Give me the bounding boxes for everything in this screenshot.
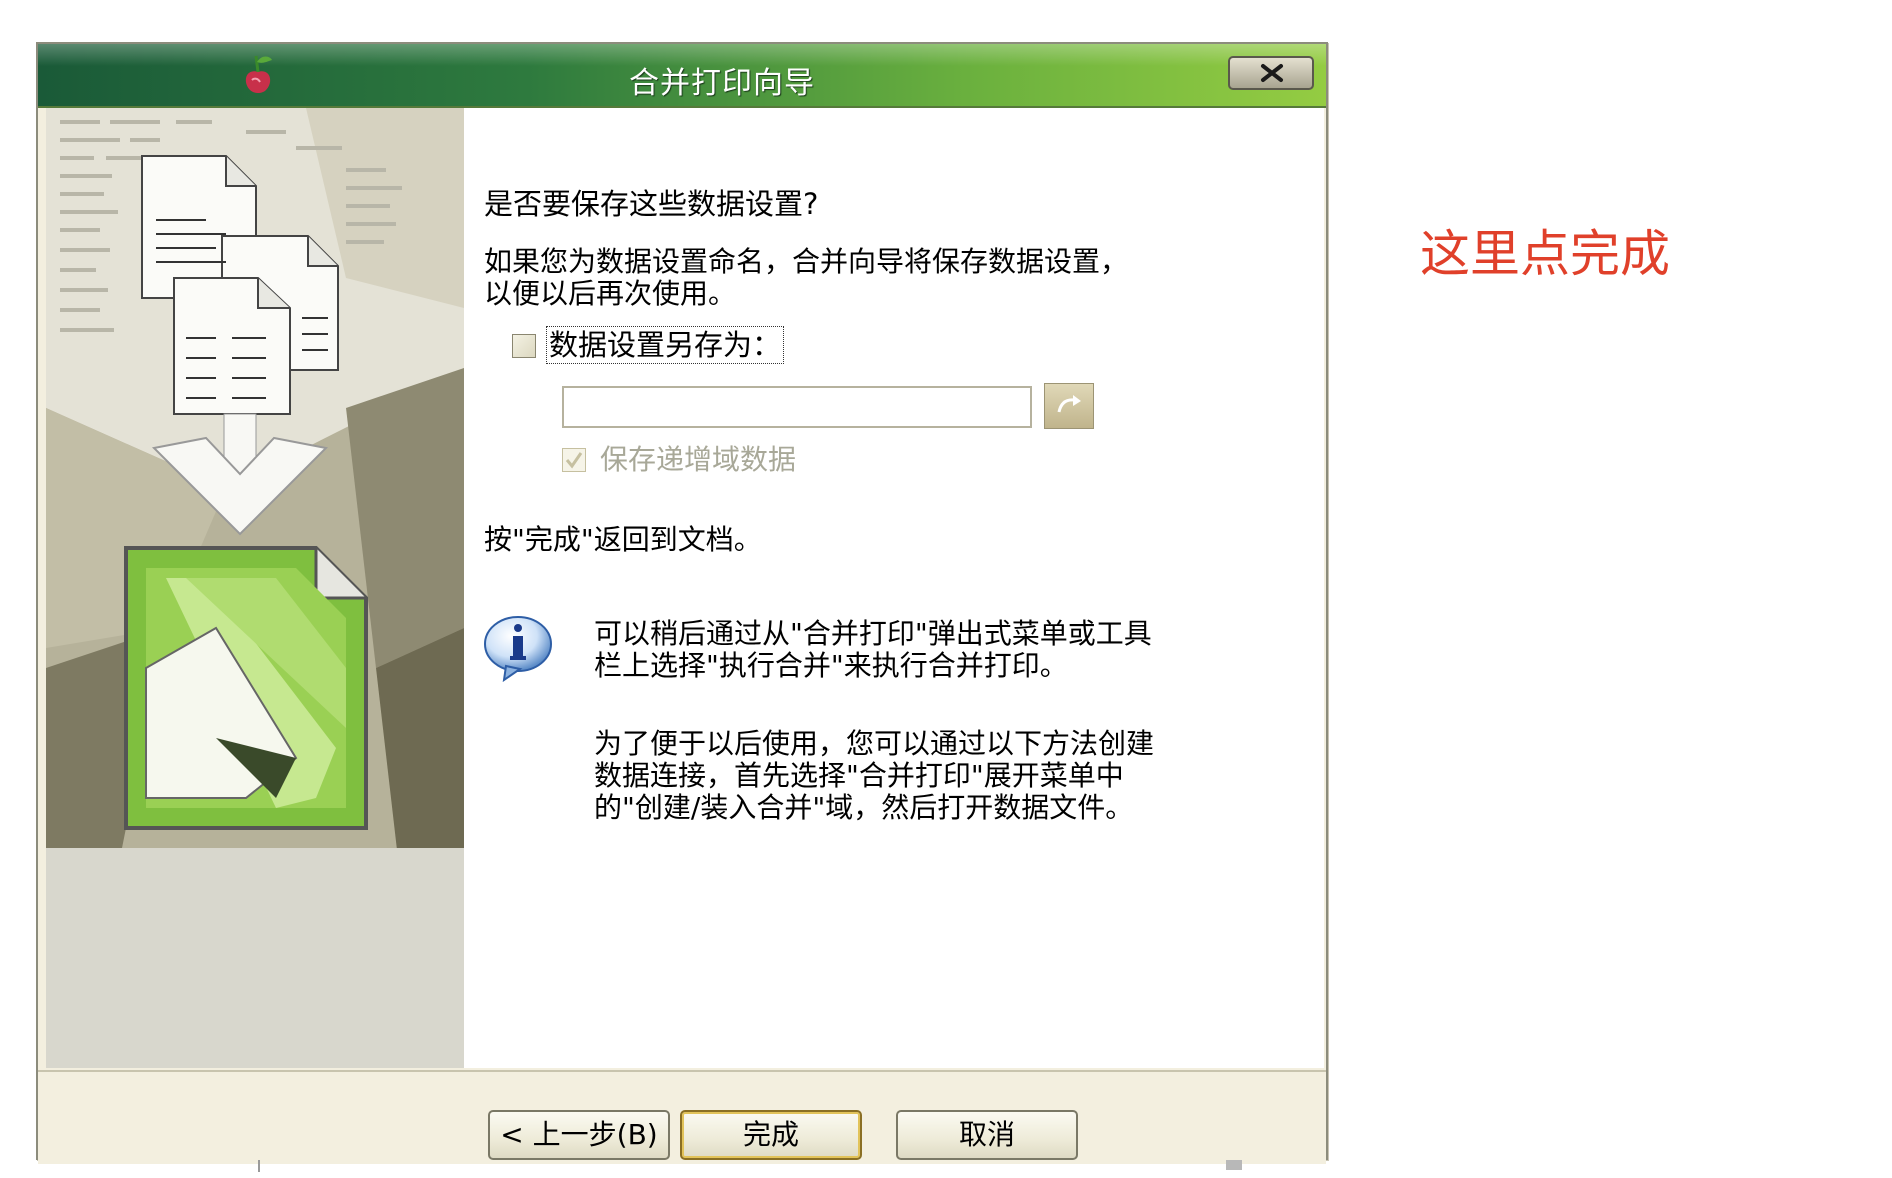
save-as-label[interactable]: 数据设置另存为： <box>546 326 785 364</box>
data-setting-name-input[interactable] <box>562 386 1032 428</box>
apply-name-button[interactable] <box>1044 383 1094 429</box>
info-text-2: 为了便于以后使用，您可以通过以下方法创建数据连接，首先选择"合并打印"展开菜单中… <box>594 727 1155 824</box>
save-as-checkbox[interactable] <box>512 334 536 358</box>
description-text: 如果您为数据设置命名，合并向导将保存数据设置，以便以后再次使用。 <box>484 245 1129 310</box>
wizard-illustration <box>46 108 464 928</box>
wizard-content: 是否要保存这些数据设置? 如果您为数据设置命名，合并向导将保存数据设置，以便以后… <box>464 108 1324 1068</box>
question-heading: 是否要保存这些数据设置? <box>484 187 819 221</box>
title-bar[interactable]: 合并打印向导 <box>38 44 1326 108</box>
close-icon <box>1261 64 1283 82</box>
button-bar: < 上一步(B) 完成 取消 <box>38 1070 1326 1164</box>
background-fragment <box>1226 1160 1242 1170</box>
merge-print-wizard-dialog: 合并打印向导 是否要保存这些数据设置? 如果您为数据设置命名，合并向导将保存数据… <box>36 42 1328 1164</box>
save-incremental-checkbox[interactable] <box>562 448 586 472</box>
checkmark-icon <box>565 452 583 469</box>
apply-arrow-icon <box>1057 395 1081 413</box>
finish-hint-text: 按"完成"返回到文档。 <box>484 523 762 556</box>
window-title: 合并打印向导 <box>629 66 815 101</box>
save-incremental-row: 保存递增域数据 <box>562 442 862 478</box>
close-button[interactable] <box>1228 56 1314 90</box>
save-incremental-label: 保存递增域数据 <box>600 443 797 476</box>
cancel-button[interactable]: 取消 <box>896 1110 1078 1160</box>
finish-button[interactable]: 完成 <box>680 1110 862 1160</box>
info-icon <box>484 616 552 682</box>
info-text-1: 可以稍后通过从"合并打印"弹出式菜单或工具栏上选择"执行合并"来执行合并打印。 <box>594 617 1152 682</box>
background-fragment <box>258 1160 260 1172</box>
prev-button[interactable]: < 上一步(B) <box>488 1110 670 1160</box>
wizard-side-panel <box>46 108 464 1068</box>
annotation-text: 这里点完成 <box>1420 225 1670 283</box>
